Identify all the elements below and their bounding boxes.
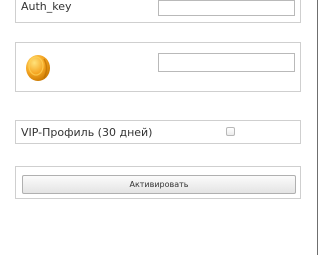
- activate-button[interactable]: Активировать: [22, 175, 296, 194]
- activate-section: Активировать: [15, 166, 301, 199]
- vip-profile-label: VIP-Профиль (30 дней): [21, 126, 153, 139]
- coins-section: [15, 42, 301, 92]
- auth-key-section: Auth_key: [15, 0, 301, 23]
- auth-key-input[interactable]: [158, 0, 295, 16]
- panel-right-border: [317, 0, 318, 255]
- coins-input[interactable]: [158, 53, 295, 72]
- vip-profile-checkbox[interactable]: [226, 127, 235, 136]
- gold-coin-icon: [26, 55, 50, 81]
- auth-key-label: Auth_key: [21, 0, 72, 13]
- vip-profile-section: VIP-Профиль (30 дней): [15, 120, 301, 144]
